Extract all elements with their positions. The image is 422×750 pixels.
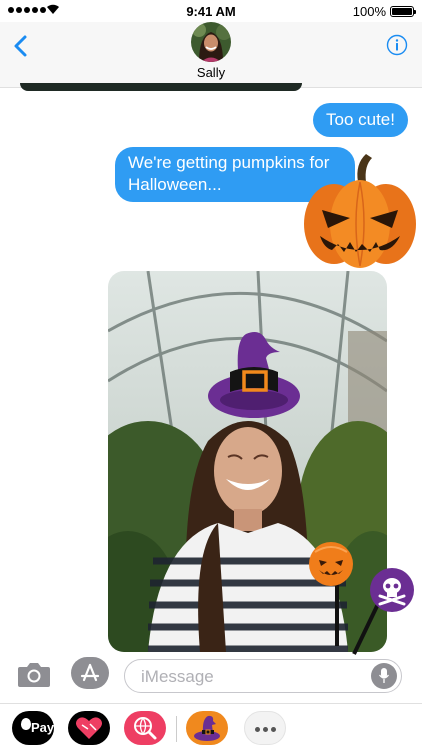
- app-drawer: Pay: [0, 703, 422, 750]
- globe-search-icon: [134, 717, 157, 740]
- digital-touch-app[interactable]: [68, 711, 110, 745]
- drawer-divider: [176, 716, 177, 742]
- more-dot: [271, 727, 276, 732]
- info-circle-icon[interactable]: [386, 34, 408, 56]
- skull-lollipop-sticker[interactable]: [348, 566, 418, 656]
- heart-icon: [76, 717, 102, 739]
- camera-icon[interactable]: [17, 660, 51, 688]
- app-store-icon: [80, 663, 100, 682]
- witch-hat-icon: [194, 715, 220, 741]
- message-bubble-sent[interactable]: Too cute!: [313, 103, 408, 137]
- chevron-left-icon[interactable]: [10, 34, 32, 58]
- app-store-button[interactable]: [71, 657, 109, 689]
- status-bar: 9:41 AM 100%: [0, 0, 422, 22]
- battery-percent: 100%: [352, 4, 386, 19]
- contact-name[interactable]: Sally: [0, 65, 422, 80]
- message-input-bar: [0, 655, 422, 699]
- pumpkin-sticker[interactable]: [300, 152, 420, 270]
- battery-icon: [390, 6, 416, 17]
- images-search-app[interactable]: [124, 711, 166, 745]
- apple-pay-app[interactable]: Pay: [12, 711, 54, 745]
- conversation-header: Sally: [0, 22, 422, 88]
- avatar[interactable]: [191, 22, 231, 62]
- apple-logo-icon: [21, 718, 31, 730]
- more-apps-button[interactable]: [244, 711, 286, 745]
- microphone-button[interactable]: [371, 663, 397, 689]
- apple-pay-label: Pay: [31, 720, 55, 735]
- imessage-input[interactable]: [141, 666, 361, 688]
- witch-hat-sticker[interactable]: [208, 330, 302, 426]
- more-dot: [255, 727, 260, 732]
- microphone-icon: [379, 668, 389, 683]
- more-dot: [263, 727, 268, 732]
- halloween-stickers-app[interactable]: [186, 711, 228, 745]
- previous-photo-message[interactable]: [20, 83, 302, 91]
- imessage-field-container: [124, 659, 402, 693]
